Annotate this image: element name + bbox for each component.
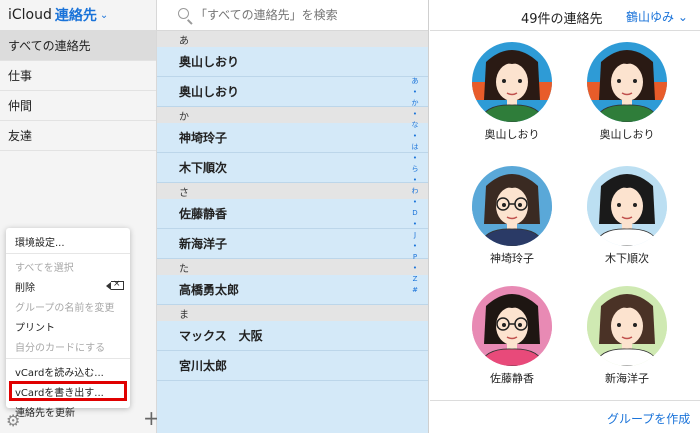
contact-card-name: 木下順次 [605, 252, 649, 265]
index-letter[interactable]: • [409, 219, 421, 230]
contact-card-name: 佐藤静香 [490, 372, 534, 385]
contact-card[interactable]: 神埼玲子 [462, 166, 562, 266]
index-letter[interactable]: • [409, 197, 421, 208]
avatar [587, 42, 667, 122]
index-letter[interactable]: # [409, 285, 421, 296]
account-menu[interactable]: 鶴山ゆみ ⌄ [626, 8, 688, 25]
menu-delete[interactable]: 削除 × [6, 276, 130, 296]
contact-list: あ 奥山しおり 奥山しおり か 神埼玲子 木下順次 さ 佐藤静香 新海洋子 た … [157, 0, 429, 433]
avatar [472, 286, 552, 366]
app-title[interactable]: iCloud 連絡先 ⌄ [0, 0, 156, 31]
app-section[interactable]: 連絡先 [55, 5, 97, 25]
cards-footer: グループを作成 [430, 400, 700, 433]
menu-delete-label: 削除 [15, 282, 35, 294]
search-icon [178, 8, 189, 19]
gear-icon[interactable]: ⚙ [6, 411, 20, 430]
index-letter[interactable]: P [409, 252, 421, 263]
menu-preferences[interactable]: 環境設定... [6, 231, 130, 251]
index-letter[interactable]: • [409, 131, 421, 142]
contact-card[interactable]: 奥山しおり [462, 42, 562, 142]
create-group-button[interactable]: グループを作成 [607, 410, 690, 427]
section-header: あ [157, 31, 428, 47]
section-header: さ [157, 183, 428, 199]
account-name: 鶴山ゆみ [626, 10, 675, 24]
section-header: た [157, 259, 428, 275]
contact-card[interactable]: 奥山しおり [577, 42, 677, 142]
index-letter[interactable]: • [409, 175, 421, 186]
menu-export-vcard[interactable]: vCardを書き出す... [9, 381, 127, 401]
contact-card-name: 奥山しおり [599, 128, 655, 141]
index-letter[interactable]: • [409, 263, 421, 274]
index-letter[interactable]: あ [409, 76, 421, 87]
index-letter[interactable]: • [409, 153, 421, 164]
delete-key-icon: × [106, 279, 124, 290]
menu-select-all[interactable]: すべてを選択 [6, 256, 130, 276]
group-friends[interactable]: 仲間 [0, 91, 156, 121]
menu-import-vcard[interactable]: vCardを読み込む... [6, 361, 130, 381]
contact-card-name: 神埼玲子 [490, 252, 534, 265]
menu-print[interactable]: プリント [6, 316, 130, 336]
search-bar [157, 0, 428, 31]
contact-row[interactable]: マックス 大阪 [157, 321, 428, 351]
contact-row[interactable]: 奥山しおり [157, 47, 428, 77]
index-letter[interactable]: J [409, 230, 421, 241]
contact-row[interactable]: 神埼玲子 [157, 123, 428, 153]
cards-header: 49件の連絡先 鶴山ゆみ ⌄ [430, 0, 700, 31]
group-all-contacts[interactable]: すべての連絡先 [0, 31, 156, 61]
contact-cards-panel: 49件の連絡先 鶴山ゆみ ⌄ 奥山しおり 奥山しおり 神埼玲子 木下順次 佐藤静… [430, 0, 700, 433]
contact-card-name: 奥山しおり [484, 128, 540, 141]
contact-row[interactable]: 新海洋子 [157, 229, 428, 259]
contact-row[interactable]: 奥山しおり [157, 77, 428, 107]
group-buddies[interactable]: 友達 [0, 121, 156, 151]
chevron-down-icon[interactable]: ⌄ [100, 10, 108, 21]
contact-card-name: 新海洋子 [605, 372, 649, 385]
index-letter[interactable]: • [409, 241, 421, 252]
index-letter[interactable]: D [409, 208, 421, 219]
index-letter[interactable]: • [409, 109, 421, 120]
menu-refresh-contacts[interactable]: 連絡先を更新 [6, 401, 130, 421]
section-header: ま [157, 305, 428, 321]
menu-make-my-card[interactable]: 自分のカードにする [6, 336, 130, 356]
contact-count: 49件の連絡先 [521, 12, 603, 27]
app-brand: iCloud [8, 7, 52, 23]
section-header: か [157, 107, 428, 123]
index-letter[interactable]: な [409, 120, 421, 131]
contact-card[interactable]: 木下順次 [577, 166, 677, 266]
menu-divider [6, 253, 130, 254]
index-letter[interactable]: は [409, 142, 421, 153]
index-letter[interactable]: Z [409, 274, 421, 285]
index-letter[interactable]: わ [409, 186, 421, 197]
contact-row[interactable]: 高橋勇太郎 [157, 275, 428, 305]
sidebar: iCloud 連絡先 ⌄ すべての連絡先 仕事 仲間 友達 環境設定... すべ… [0, 0, 160, 433]
avatar [587, 286, 667, 366]
contact-card[interactable]: 佐藤静香 [462, 286, 562, 386]
menu-divider [6, 358, 130, 359]
contact-row[interactable]: 佐藤静香 [157, 199, 428, 229]
menu-rename-group[interactable]: グループの名前を変更 [6, 296, 130, 316]
contact-row[interactable]: 宮川太郎 [157, 351, 428, 381]
contact-card[interactable]: 新海洋子 [577, 286, 677, 386]
group-work[interactable]: 仕事 [0, 61, 156, 91]
index-letter[interactable]: • [409, 87, 421, 98]
index-letter[interactable]: か [409, 98, 421, 109]
search-input[interactable] [195, 8, 395, 22]
index-letter[interactable]: ら [409, 164, 421, 175]
avatar [587, 166, 667, 246]
alphabet-index[interactable]: あ • か • な • は • ら • わ • D • J • P • Z # [409, 76, 421, 296]
settings-menu: 環境設定... すべてを選択 削除 × グループの名前を変更 プリント 自分のカ… [6, 228, 130, 419]
avatar [472, 42, 552, 122]
avatar [472, 166, 552, 246]
contact-row[interactable]: 木下順次 [157, 153, 428, 183]
